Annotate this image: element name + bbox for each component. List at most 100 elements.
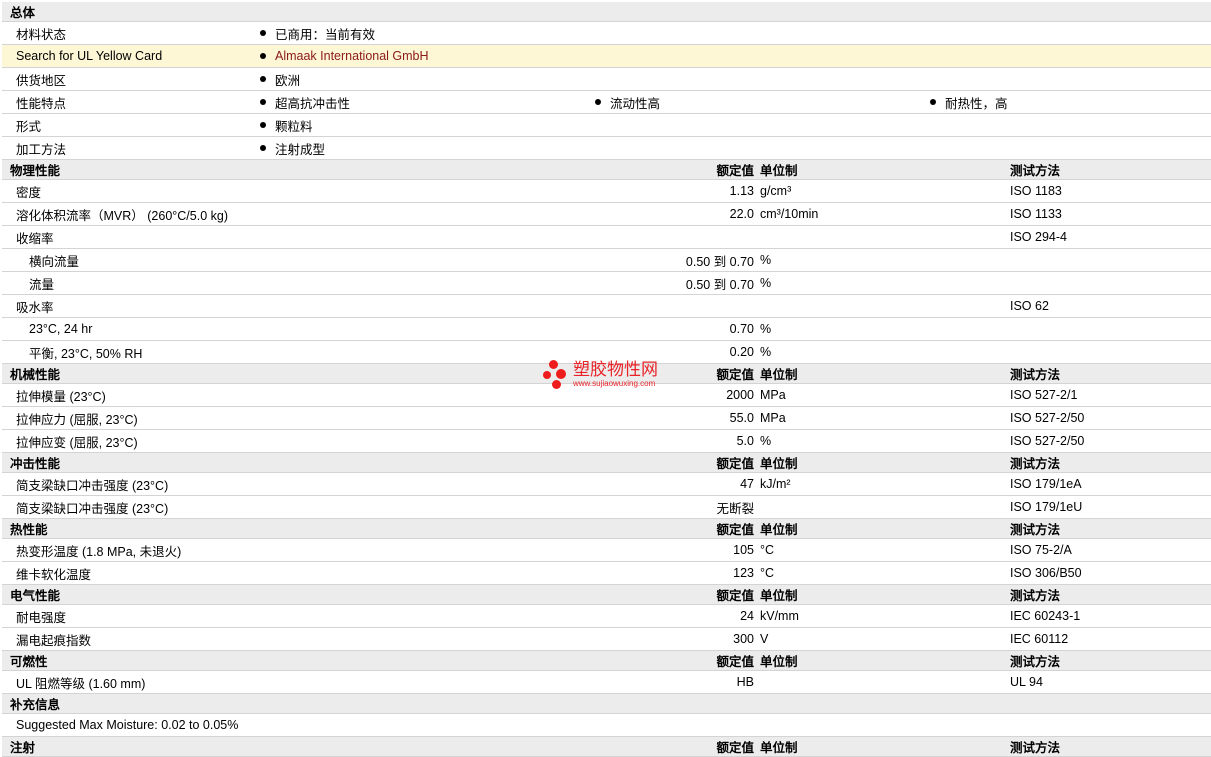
general-value-text: 流动性高: [610, 96, 661, 111]
general-label: 形式: [16, 119, 42, 134]
general-row[interactable]: Search for UL Yellow Card Almaak Internat…: [2, 45, 1211, 68]
section-title: 补充信息: [10, 698, 61, 712]
bullet-icon: [260, 30, 266, 36]
section-header: 可燃性 额定值 单位制 测试方法: [2, 651, 1211, 671]
bullet-icon: [260, 53, 266, 59]
header-test-method: 测试方法: [1010, 655, 1061, 669]
header-unit: 单位制: [760, 589, 798, 603]
property-unit: cm³/10min: [760, 207, 819, 221]
property-name: 简支梁缺口冲击强度 (23°C): [16, 501, 169, 516]
section-header: 物理性能 额定值 单位制 测试方法: [2, 160, 1211, 180]
bullet-icon: [260, 76, 266, 82]
property-name: 耐电强度: [16, 610, 67, 625]
section-header: 注射 额定值 单位制 测试方法: [2, 737, 1211, 757]
property-value: 0.70: [729, 322, 754, 336]
property-test-method: ISO 527-2/50: [1010, 411, 1085, 425]
property-test-method: ISO 1183: [1010, 184, 1062, 198]
property-name: 漏电起痕指数: [16, 633, 92, 648]
header-unit: 单位制: [760, 164, 798, 178]
property-test-method: ISO 1133: [1010, 207, 1062, 221]
property-row: Suggested Max Moisture: 0.02 to 0.05%: [2, 714, 1211, 737]
general-label: 供货地区: [16, 73, 67, 88]
property-value: 0.50 到 0.70: [685, 254, 754, 269]
section-title: 机械性能: [10, 368, 61, 382]
supplier-link[interactable]: Almaak International GmbH: [275, 49, 429, 63]
general-row: 材料状态 已商用：当前有效: [2, 22, 1211, 45]
property-value: 123: [733, 566, 754, 580]
property-row: 维卡软化温度 123 °C ISO 306/B50: [2, 562, 1211, 585]
section-title: 物理性能: [10, 164, 61, 178]
watermark-text: 塑胶物性网: [573, 360, 658, 380]
general-value-item[interactable]: Almaak International GmbH: [260, 45, 429, 67]
property-test-method: IEC 60112: [1010, 632, 1069, 646]
general-value-text: 欧洲: [275, 73, 301, 88]
watermark-dots-icon: [543, 360, 571, 390]
general-value-item: 注射成型: [260, 137, 325, 159]
property-name: 拉伸应力 (屈服, 23°C): [16, 412, 138, 427]
section-header: 冲击性能 额定值 单位制 测试方法: [2, 453, 1211, 473]
property-value: 2000: [726, 388, 754, 402]
header-unit: 单位制: [760, 741, 798, 755]
bullet-icon: [595, 99, 601, 105]
property-value: 1.13: [729, 184, 754, 198]
property-name: 溶化体积流率（MVR） (260°C/5.0 kg): [16, 208, 228, 223]
header-value: 额定值: [716, 589, 754, 603]
property-value: 47: [740, 477, 754, 491]
general-label: 加工方法: [16, 142, 67, 157]
property-unit: V: [760, 632, 769, 646]
header-value: 额定值: [716, 457, 754, 471]
property-unit: °C: [760, 566, 775, 580]
property-row: 吸水率 ISO 62: [2, 295, 1211, 318]
section-header: 补充信息: [2, 694, 1211, 714]
header-test-method: 测试方法: [1010, 523, 1061, 537]
property-name: 吸水率: [16, 300, 54, 315]
property-row: 耐电强度 24 kV/mm IEC 60243-1: [2, 605, 1211, 628]
property-value: 55.0: [729, 411, 754, 425]
property-row: 简支梁缺口冲击强度 (23°C) 47 kJ/m² ISO 179/1eA: [2, 473, 1211, 496]
header-value: 额定值: [716, 655, 754, 669]
property-name: 维卡软化温度: [16, 567, 92, 582]
section-title: 可燃性: [10, 655, 48, 669]
header-unit: 单位制: [760, 655, 798, 669]
general-label: 材料状态: [16, 27, 67, 42]
property-unit: %: [760, 322, 772, 336]
general-value-text: 颗粒料: [275, 119, 313, 134]
watermark-logo: 塑胶物性网 www.sujiaowuxing.com: [543, 360, 658, 390]
property-row: 密度 1.13 g/cm³ ISO 1183: [2, 180, 1211, 203]
section-title: 注射: [10, 741, 36, 755]
general-value-item: 流动性高: [595, 91, 660, 113]
property-value: 300: [733, 632, 754, 646]
bullet-icon: [260, 122, 266, 128]
property-unit: %: [760, 434, 772, 448]
property-unit: MPa: [760, 411, 786, 425]
property-test-method: UL 94: [1010, 675, 1043, 689]
property-name: 拉伸模量 (23°C): [16, 389, 106, 404]
property-name: 密度: [16, 185, 42, 200]
property-value: 0.50 到 0.70: [685, 277, 754, 292]
general-value-item: 已商用：当前有效: [260, 22, 375, 44]
property-unit: MPa: [760, 388, 786, 402]
property-name: 23°C, 24 hr: [29, 322, 93, 336]
property-test-method: ISO 179/1eU: [1010, 500, 1083, 514]
general-value-item: 欧洲: [260, 68, 300, 90]
section-title: 总体: [10, 6, 36, 20]
property-value: 24: [740, 609, 754, 623]
property-unit: kV/mm: [760, 609, 799, 623]
property-unit: °C: [760, 543, 775, 557]
property-name: 平衡, 23°C, 50% RH: [29, 346, 143, 361]
header-value: 额定值: [716, 741, 754, 755]
property-test-method: ISO 527-2/50: [1010, 434, 1085, 448]
section-header-general: 总体: [2, 2, 1211, 22]
header-unit: 单位制: [760, 523, 798, 537]
general-value-text: 耐热性，高: [945, 96, 1008, 111]
header-test-method: 测试方法: [1010, 368, 1061, 382]
property-name: 流量: [29, 277, 55, 292]
general-value-text: 超高抗冲击性: [275, 96, 351, 111]
property-name: 简支梁缺口冲击强度 (23°C): [16, 478, 169, 493]
header-test-method: 测试方法: [1010, 457, 1061, 471]
property-row: 溶化体积流率（MVR） (260°C/5.0 kg) 22.0 cm³/10min I…: [2, 203, 1211, 226]
general-label[interactable]: Search for UL Yellow Card: [16, 45, 162, 67]
header-value: 额定值: [716, 523, 754, 537]
general-value-item: 颗粒料: [260, 114, 313, 136]
property-test-method: ISO 294-4: [1010, 230, 1067, 244]
